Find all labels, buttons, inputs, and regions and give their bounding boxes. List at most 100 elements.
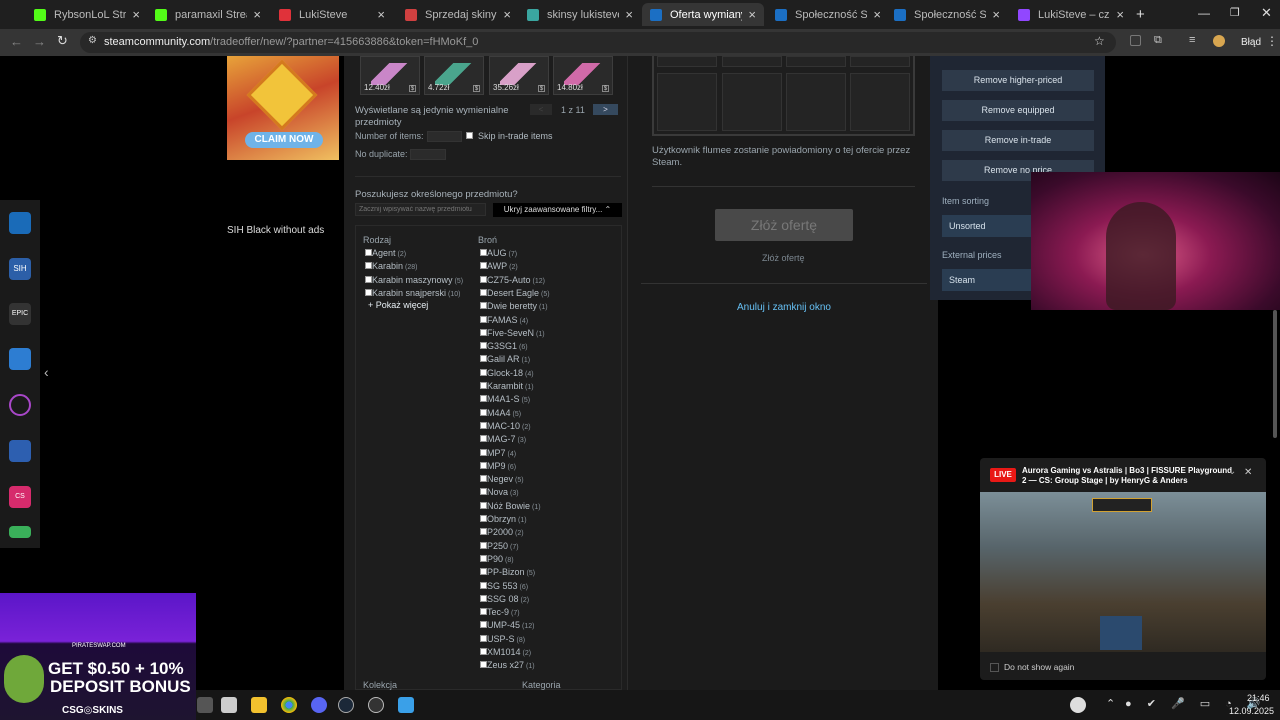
- weapon-filter-checkbox[interactable]: [480, 621, 487, 629]
- number-of-items-input[interactable]: [427, 131, 462, 142]
- close-tab-icon[interactable]: ×: [1116, 7, 1124, 22]
- upload-app-icon[interactable]: [9, 526, 31, 538]
- weapon-filter-checkbox[interactable]: [480, 382, 487, 389]
- chevron-down-icon[interactable]: ⌄: [1228, 466, 1236, 477]
- site-info-icon[interactable]: ⚙: [88, 35, 97, 46]
- weapon-filter-checkbox[interactable]: [480, 448, 487, 456]
- weapon-filter-checkbox[interactable]: [480, 475, 487, 483]
- obs-icon[interactable]: [368, 697, 384, 713]
- address-input[interactable]: ⚙ steamcommunity.com/tradeoffer/new/?par…: [80, 32, 1116, 53]
- discord-like-icon[interactable]: [9, 348, 31, 370]
- weapon-filter-checkbox[interactable]: [480, 568, 487, 576]
- browser-menu-icon[interactable]: ⋮: [1266, 34, 1278, 48]
- new-tab-button[interactable]: +: [1136, 6, 1145, 23]
- close-tab-icon[interactable]: ×: [132, 7, 140, 22]
- weapon-filter-checkbox[interactable]: [480, 342, 487, 350]
- tray-chevron-icon[interactable]: ⌃: [1106, 697, 1115, 710]
- item-search-input[interactable]: [355, 203, 486, 216]
- extension-icon[interactable]: [1130, 35, 1141, 46]
- toggle-advanced-filters-button[interactable]: Ukryj zaawansowane filtry... ⌃: [493, 203, 622, 217]
- chart-app-icon[interactable]: [9, 212, 31, 234]
- weapon-filter-checkbox[interactable]: [480, 461, 487, 469]
- weapon-filter-checkbox[interactable]: [480, 634, 487, 642]
- sih-filter-button[interactable]: Remove equipped: [942, 100, 1094, 121]
- trade-item-slot[interactable]: [786, 73, 846, 131]
- profile-icon[interactable]: [1213, 35, 1225, 47]
- weapon-filter-checkbox[interactable]: [480, 355, 487, 363]
- forward-icon[interactable]: →: [33, 34, 46, 49]
- weapon-filter-checkbox[interactable]: [480, 528, 487, 536]
- inventory-item[interactable]: 35.26zł $: [489, 56, 549, 95]
- close-tab-icon[interactable]: ×: [992, 7, 1000, 22]
- restore-button[interactable]: ❐: [1230, 6, 1240, 19]
- type-filter-checkbox[interactable]: [365, 275, 372, 283]
- claim-now-button[interactable]: CLAIM NOW: [245, 132, 323, 148]
- type-filter-checkbox[interactable]: [365, 288, 372, 296]
- no-duplicate-input[interactable]: [410, 149, 446, 160]
- dont-show-checkbox[interactable]: [990, 663, 999, 672]
- task-view-icon[interactable]: [197, 697, 213, 713]
- browser-tab[interactable]: Społeczność Steam ::×: [886, 3, 1008, 26]
- reload-icon[interactable]: ↻: [57, 33, 68, 49]
- weapon-filter-checkbox[interactable]: [480, 275, 487, 283]
- weapon-filter-checkbox[interactable]: [480, 435, 487, 443]
- weapon-filter-checkbox[interactable]: [480, 488, 487, 496]
- refresh-app-icon[interactable]: [9, 394, 31, 416]
- prev-page-button[interactable]: <: [530, 104, 552, 115]
- weapon-filter-checkbox[interactable]: [480, 315, 487, 323]
- browser-tab[interactable]: paramaxil Stream - W ×: [147, 3, 269, 26]
- weapon-filter-checkbox[interactable]: [480, 501, 487, 509]
- close-window-button[interactable]: ✕: [1261, 5, 1272, 21]
- weapon-filter-checkbox[interactable]: [480, 368, 487, 376]
- browser-tab[interactable]: LukiSteve – czat - Tw ×: [1010, 3, 1132, 26]
- close-tab-icon[interactable]: ×: [377, 7, 385, 22]
- weapon-filter-checkbox[interactable]: [480, 581, 487, 589]
- weapon-filter-checkbox[interactable]: [480, 249, 487, 256]
- trade-item-slot[interactable]: [657, 56, 717, 67]
- skip-in-trade-checkbox[interactable]: [466, 132, 473, 139]
- close-tab-icon[interactable]: ×: [503, 7, 511, 22]
- page-scrollbar[interactable]: [1273, 310, 1277, 438]
- minimize-button[interactable]: —: [1198, 6, 1210, 20]
- steam-icon[interactable]: [338, 697, 354, 713]
- epic-games-icon[interactable]: EPIC: [9, 303, 31, 325]
- trade-item-slot[interactable]: [722, 73, 782, 131]
- ad-banner[interactable]: CLAIM NOW: [227, 56, 339, 160]
- collapse-dock-chevron-icon[interactable]: ‹: [44, 364, 49, 380]
- cancel-and-close-link[interactable]: Anuluj i zamknij okno: [737, 302, 831, 313]
- weapon-filter-checkbox[interactable]: [480, 661, 487, 669]
- profile-error-label[interactable]: Błąd: [1241, 37, 1261, 48]
- weapon-filter-checkbox[interactable]: [480, 395, 487, 403]
- notepad-icon[interactable]: [398, 697, 414, 713]
- csgo-app-icon[interactable]: CS: [9, 486, 31, 508]
- close-tab-icon[interactable]: ×: [748, 7, 756, 22]
- file-explorer-icon[interactable]: [251, 697, 267, 713]
- trade-item-slot[interactable]: [786, 56, 846, 67]
- widgets-icon[interactable]: [221, 697, 237, 713]
- type-filter-checkbox[interactable]: [365, 249, 372, 256]
- weapon-filter-checkbox[interactable]: [480, 554, 487, 562]
- stream-video[interactable]: [980, 492, 1266, 652]
- weapon-filter-checkbox[interactable]: [480, 328, 487, 336]
- close-tab-icon[interactable]: ×: [873, 7, 881, 22]
- chrome-icon[interactable]: [281, 697, 297, 713]
- trade-item-slot[interactable]: [722, 56, 782, 67]
- type-filter-checkbox[interactable]: [365, 262, 372, 270]
- promo-banner[interactable]: PIRATESWAP.COM GET $0.50 + 10% DEPOSIT B…: [0, 593, 196, 720]
- close-tab-icon[interactable]: ×: [253, 7, 261, 22]
- extensions-puzzle-icon[interactable]: ⧉: [1154, 34, 1162, 47]
- weapon-filter-checkbox[interactable]: [480, 608, 487, 616]
- weapon-filter-checkbox[interactable]: [480, 262, 487, 270]
- sih-app-icon[interactable]: SIH: [9, 258, 31, 280]
- browser-tab[interactable]: skinsy lukisteve - Ark ×: [519, 3, 641, 26]
- browser-tab[interactable]: Społeczność Steam ::×: [767, 3, 889, 26]
- item-sorting-select[interactable]: Unsorted: [942, 215, 1032, 237]
- weapon-filter-checkbox[interactable]: [480, 408, 487, 416]
- close-popup-icon[interactable]: ✕: [1244, 467, 1252, 478]
- sih-filter-button[interactable]: Remove higher-priced: [942, 70, 1094, 91]
- weapon-filter-checkbox[interactable]: [480, 515, 487, 522]
- inventory-item[interactable]: 12.40zł $: [360, 56, 420, 95]
- trade-item-slot[interactable]: [850, 73, 910, 131]
- inventory-item[interactable]: 14.80zł $: [553, 56, 613, 95]
- weapon-filter-checkbox[interactable]: [480, 421, 487, 429]
